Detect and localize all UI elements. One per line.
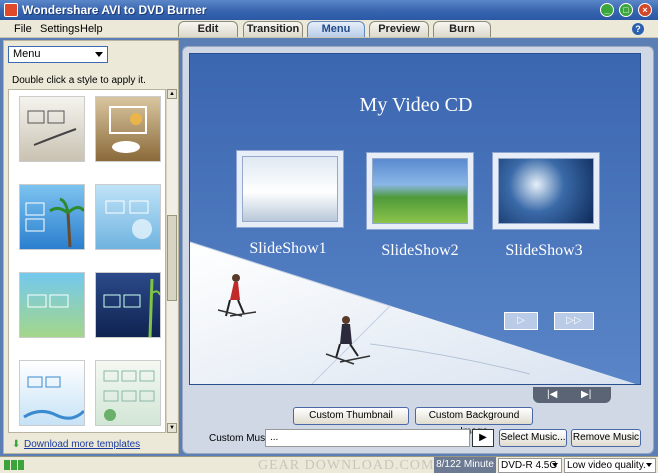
scroll-down-icon[interactable]: ▼	[167, 423, 177, 433]
slideshow-label-3: SlideShow3	[505, 242, 583, 259]
pager-last-button[interactable]: ▶|	[581, 389, 591, 400]
select-music-button[interactable]: Select Music...	[499, 429, 567, 447]
template-hint: Double click a style to apply it.	[12, 75, 146, 86]
disc-type-select[interactable]: DVD-R 4.5G	[498, 458, 562, 473]
slideshow-image-3	[498, 158, 594, 224]
preview-pager: |◀ ▶|	[533, 387, 611, 403]
custom-music-field[interactable]: ...	[265, 429, 470, 447]
menu-title: My Video CD	[359, 94, 473, 116]
slideshow-image-1	[242, 156, 338, 222]
disc-type-value: DVD-R 4.5G	[501, 460, 558, 471]
menu-help[interactable]: Help	[80, 23, 103, 35]
tab-preview[interactable]: Preview	[369, 21, 429, 37]
tab-edit[interactable]: Edit	[178, 21, 238, 37]
menu-preview-panel: My Video CD SlideShow1 SlideShow2 SlideS…	[182, 46, 654, 454]
template-blue-stars[interactable]	[19, 360, 85, 426]
menu-controls: Custom Thumbnail Custom Background Image…	[189, 405, 641, 453]
slideshow-image-2	[372, 158, 468, 224]
menu-settings[interactable]: Settings	[40, 23, 80, 35]
slideshow-thumbnail-1[interactable]	[236, 150, 344, 228]
app-icon	[4, 3, 18, 17]
slideshow-label-2: SlideShow2	[381, 242, 459, 259]
download-templates-link[interactable]: ⬇ Download more templates	[12, 439, 140, 450]
tab-transition[interactable]: Transition	[243, 21, 303, 37]
custom-background-button[interactable]: Custom Background Image	[415, 407, 533, 437]
slideshow-thumbnail-2[interactable]	[366, 152, 474, 230]
chevron-down-icon	[552, 463, 558, 467]
tab-burn[interactable]: Burn	[433, 21, 491, 37]
title-bar: Wondershare AVI to DVD Burner _ □ ×	[0, 0, 658, 20]
template-bamboo-dark[interactable]	[95, 272, 161, 338]
menu-preview: My Video CD SlideShow1 SlideShow2 SlideS…	[189, 53, 641, 385]
remove-music-button[interactable]: Remove Music	[571, 429, 641, 447]
slideshow-label-1: SlideShow1	[249, 240, 327, 257]
template-blue-abstract[interactable]	[95, 184, 161, 250]
style-category-select[interactable]: Menu	[8, 46, 108, 63]
play-music-button[interactable]: ▶	[472, 429, 494, 447]
template-scrollbar[interactable]: ▲ ▼	[166, 89, 177, 433]
status-bar: GEAR DOWNLOAD.COM 8/122 Minute DVD-R 4.5…	[0, 456, 658, 473]
progress-blocks	[4, 460, 25, 473]
last-page-button[interactable]: ▷▷	[554, 312, 594, 330]
chevron-down-icon	[95, 52, 103, 57]
window-title: Wondershare AVI to DVD Burner	[22, 3, 207, 17]
chevron-down-icon	[646, 463, 652, 467]
tab-menu[interactable]: Menu	[307, 21, 365, 37]
template-beach-palm[interactable]	[19, 184, 85, 250]
next-page-button[interactable]: ▷	[504, 312, 538, 330]
disc-capacity: 8/122 Minute	[434, 457, 496, 473]
slideshow-thumbnail-3[interactable]	[492, 152, 600, 230]
template-list	[8, 89, 166, 433]
download-arrow-icon: ⬇	[12, 439, 21, 450]
pager-first-button[interactable]: |◀	[547, 389, 557, 400]
template-cups[interactable]	[95, 96, 161, 162]
menu-file[interactable]: File	[14, 23, 32, 35]
download-templates-label: Download more templates	[24, 439, 141, 450]
scroll-up-icon[interactable]: ▲	[167, 89, 177, 99]
watermark: GEAR DOWNLOAD.COM	[258, 458, 435, 473]
close-button[interactable]: ×	[638, 3, 652, 17]
scroll-thumb[interactable]	[167, 215, 177, 301]
template-panel: Menu Double click a style to apply it. ▲…	[3, 40, 179, 454]
help-icon[interactable]: ?	[632, 23, 644, 35]
template-grid-film[interactable]	[95, 360, 161, 426]
minimize-button[interactable]: _	[600, 3, 614, 17]
style-category-value: Menu	[13, 48, 41, 60]
maximize-button[interactable]: □	[619, 3, 633, 17]
template-frames-brown[interactable]	[19, 96, 85, 162]
template-green-frames[interactable]	[19, 272, 85, 338]
custom-thumbnail-button[interactable]: Custom Thumbnail	[293, 407, 409, 425]
quality-value: Low video quality.	[567, 460, 646, 471]
quality-select[interactable]: Low video quality.	[564, 458, 656, 473]
